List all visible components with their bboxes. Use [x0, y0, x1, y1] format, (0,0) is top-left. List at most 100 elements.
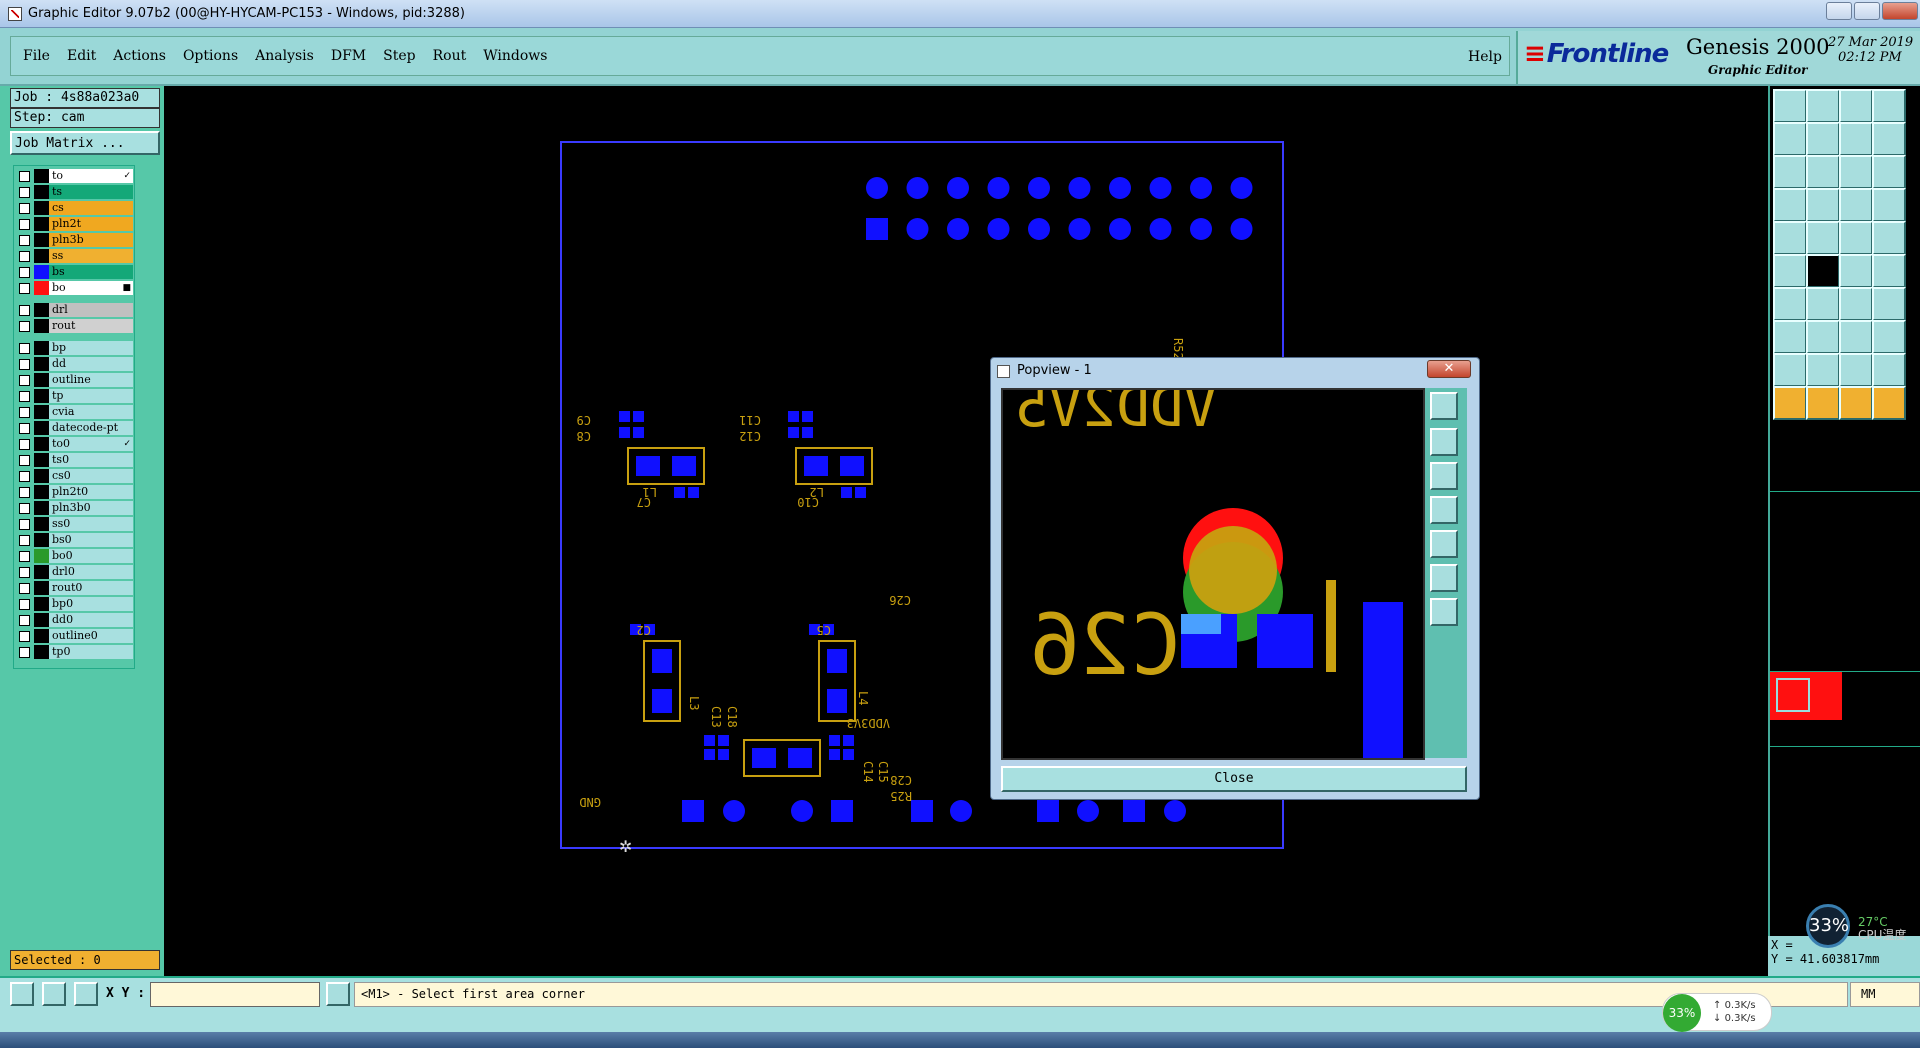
layer-color-swatch[interactable] — [34, 437, 49, 451]
layer-checkbox[interactable] — [19, 321, 30, 332]
layer-row-pln2t0[interactable]: pln2t0 — [14, 484, 135, 500]
layer-row-cs0[interactable]: cs0 — [14, 468, 135, 484]
layer-row-bp0[interactable]: bp0 — [14, 596, 135, 612]
menu-rout[interactable]: Rout — [433, 48, 467, 64]
flip-icon[interactable] — [1806, 221, 1840, 255]
close-window-button[interactable] — [1882, 2, 1918, 20]
layer-checkbox[interactable] — [19, 235, 30, 246]
layer-row-to[interactable]: to ✓ — [14, 168, 135, 184]
layer-row-ts0[interactable]: ts0 — [14, 452, 135, 468]
segment-icon[interactable] — [1839, 320, 1873, 354]
layer-row-bo0[interactable]: bo0 — [14, 548, 135, 564]
menu-analysis[interactable]: Analysis — [255, 48, 314, 64]
layer-row-pln3b[interactable]: pln3b — [14, 232, 135, 248]
layer-name[interactable]: cs — [49, 201, 133, 215]
triangle-icon[interactable] — [1773, 353, 1807, 387]
grid-icon[interactable] — [1806, 188, 1840, 222]
minimize-button[interactable] — [1826, 2, 1852, 20]
triangle4-icon[interactable] — [1872, 353, 1906, 387]
layer-row-pln2t[interactable]: pln2t — [14, 216, 135, 232]
layer-name[interactable]: tp — [49, 389, 133, 403]
zoom-area-icon[interactable] — [1430, 564, 1458, 592]
xy-input[interactable] — [150, 982, 320, 1007]
layer-row-dd0[interactable]: dd0 — [14, 612, 135, 628]
layer-color-swatch[interactable] — [34, 581, 49, 595]
center-icon[interactable] — [1430, 598, 1458, 626]
home-icon[interactable] — [1839, 89, 1873, 123]
measure-icon[interactable] — [42, 982, 66, 1006]
grid-icon[interactable] — [74, 982, 98, 1006]
popview-close-x[interactable]: ✕ — [1427, 360, 1471, 378]
layer-color-swatch[interactable] — [34, 517, 49, 531]
menu-windows[interactable]: Windows — [483, 48, 547, 64]
layer-row-tp0[interactable]: tp0 — [14, 644, 135, 660]
layer-checkbox[interactable] — [19, 455, 30, 466]
layer-name[interactable]: outline — [49, 373, 133, 387]
layer-color-swatch[interactable] — [34, 373, 49, 387]
layer-checkbox[interactable] — [19, 599, 30, 610]
layer-name[interactable]: bp0 — [49, 597, 133, 611]
layer-color-swatch[interactable] — [34, 469, 49, 483]
layer-name[interactable]: datecode-pt — [49, 421, 133, 435]
maximize-button[interactable] — [1854, 2, 1880, 20]
open-icon[interactable] — [1773, 89, 1807, 123]
menu-help[interactable]: Help — [1468, 49, 1502, 65]
layer-row-outline[interactable]: outline — [14, 372, 135, 388]
layer-checkbox[interactable] — [19, 359, 30, 370]
layer-color-swatch[interactable] — [34, 533, 49, 547]
layer-checkbox[interactable] — [19, 567, 30, 578]
node-icon[interactable] — [1773, 254, 1807, 288]
save-icon[interactable] — [1806, 89, 1840, 123]
layer-checkbox[interactable] — [19, 439, 30, 450]
layer-row-bp[interactable]: bp — [14, 340, 135, 356]
layer-color-swatch[interactable] — [34, 629, 49, 643]
layer-checkbox[interactable] — [19, 343, 30, 354]
layer-checkbox[interactable] — [19, 283, 30, 294]
layers-icon[interactable] — [1773, 188, 1807, 222]
layer-checkbox[interactable] — [19, 267, 30, 278]
layer-checkbox[interactable] — [19, 251, 30, 262]
cross-icon[interactable] — [1806, 254, 1840, 288]
layer-checkbox[interactable] — [19, 305, 30, 316]
arc-icon[interactable] — [1839, 287, 1873, 321]
layer-checkbox[interactable] — [19, 519, 30, 530]
route-icon[interactable] — [1872, 188, 1906, 222]
layer-row-bs[interactable]: bs — [14, 264, 135, 280]
layer-name[interactable]: ts — [49, 185, 133, 199]
layer-checkbox[interactable] — [19, 187, 30, 198]
popview-close-button[interactable]: Close — [1001, 766, 1467, 792]
layer-name[interactable]: dd — [49, 357, 133, 371]
zoom-icon[interactable] — [1806, 155, 1840, 189]
layer-color-swatch[interactable] — [34, 549, 49, 563]
layer-checkbox[interactable] — [19, 615, 30, 626]
layer-name[interactable]: tp0 — [49, 645, 133, 659]
select-mode-icon[interactable] — [10, 982, 34, 1006]
fit-icon[interactable] — [1773, 155, 1807, 189]
menu-dfm[interactable]: DFM — [331, 48, 366, 64]
layer-color-swatch[interactable] — [34, 421, 49, 435]
layer-name[interactable]: bo ■ — [49, 281, 133, 295]
menu-edit[interactable]: Edit — [67, 48, 96, 64]
layer-name[interactable]: rout — [49, 319, 133, 333]
arrow3-icon[interactable] — [1839, 386, 1873, 420]
zoom-out-icon[interactable] — [1430, 462, 1458, 490]
layer-name[interactable]: drl — [49, 303, 133, 317]
copy-icon[interactable] — [1839, 122, 1873, 156]
popview-window[interactable]: Popview - 1 ✕ VDD2V5 C26 Close — [990, 357, 1480, 800]
layer-name[interactable]: ss — [49, 249, 133, 263]
layer-row-drl0[interactable]: drl0 — [14, 564, 135, 580]
current-layer-color[interactable] — [1770, 672, 1842, 720]
layer-checkbox[interactable] — [19, 219, 30, 230]
layer-color-swatch[interactable] — [34, 281, 49, 295]
layer-checkbox[interactable] — [19, 631, 30, 642]
layer-color-swatch[interactable] — [34, 613, 49, 627]
menu-actions[interactable]: Actions — [113, 48, 166, 64]
layer-color-swatch[interactable] — [34, 565, 49, 579]
pan-left-icon[interactable] — [1430, 496, 1458, 524]
layer-row-bo[interactable]: bo ■ — [14, 280, 135, 296]
layer-color-swatch[interactable] — [34, 389, 49, 403]
layer-checkbox[interactable] — [19, 407, 30, 418]
layer-color-swatch[interactable] — [34, 265, 49, 279]
layer-name[interactable]: cs0 — [49, 469, 133, 483]
layer-color-swatch[interactable] — [34, 201, 49, 215]
